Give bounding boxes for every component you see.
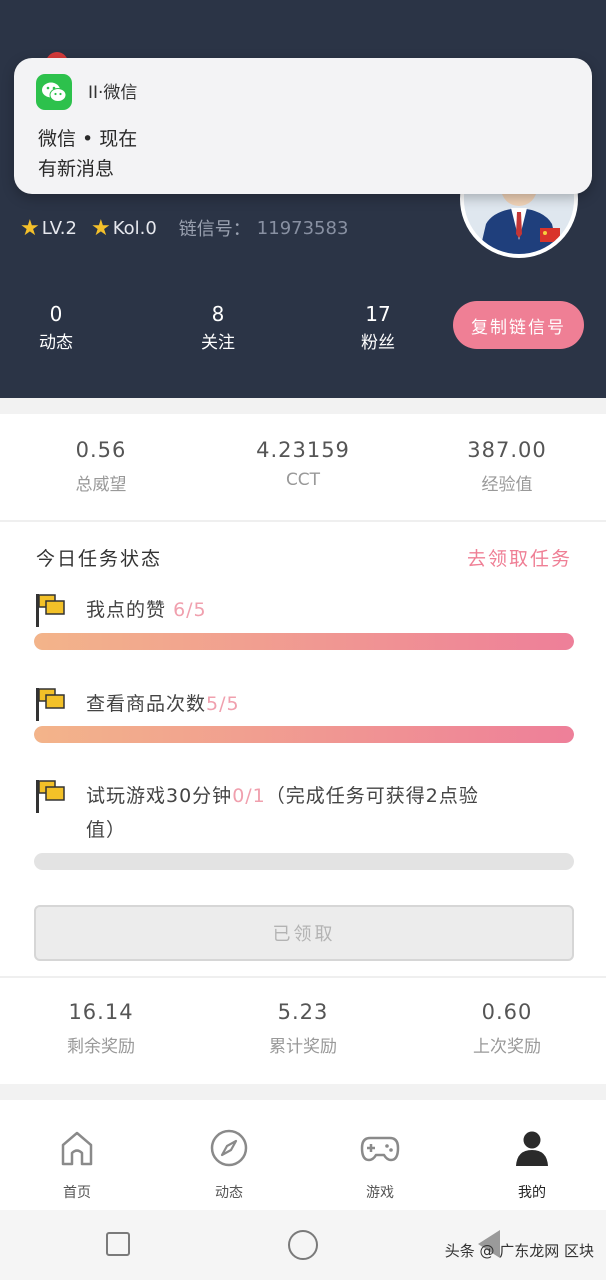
- task-note-end: 值）: [86, 819, 127, 841]
- reward-value: 5.23: [277, 1000, 329, 1024]
- copy-chain-id-button[interactable]: 复制链信号: [453, 301, 584, 349]
- nav-home[interactable]: 首页: [27, 1128, 127, 1202]
- divider: [0, 520, 606, 522]
- claimed-button[interactable]: 已领取: [34, 905, 574, 961]
- metric-value: 0.56: [75, 438, 127, 462]
- flag-icon: [36, 780, 65, 813]
- reward-value: 16.14: [68, 1000, 134, 1024]
- level-row: ★ LV.2 ★ Kol.0 链信号： 11973583: [20, 212, 348, 244]
- person-icon: [516, 1131, 548, 1166]
- nav-label: 动态: [215, 1185, 243, 1201]
- stat-posts[interactable]: 0 动态: [16, 302, 96, 353]
- stat-number: 8: [211, 302, 225, 326]
- notification-body: 有新消息: [38, 158, 115, 180]
- star-icon: ★: [20, 215, 40, 241]
- reward-label: 剩余奖励: [67, 1037, 135, 1057]
- divider: [0, 976, 606, 978]
- kol-text: Kol.0: [112, 217, 157, 239]
- task-progress-bar: [34, 726, 574, 743]
- stat-label: 关注: [201, 333, 235, 353]
- metric-experience: 387.00 经验值: [417, 438, 597, 495]
- notification-banner[interactable]: II·微信 微信 • 现在 有新消息: [14, 58, 592, 194]
- nav-label: 游戏: [366, 1185, 394, 1201]
- task-progress: 0/1: [232, 785, 266, 807]
- home-button[interactable]: [288, 1230, 318, 1260]
- task-name: 试玩游戏30分钟: [86, 785, 233, 807]
- stat-followers[interactable]: 17 粉丝: [338, 302, 418, 353]
- progress-fill: [34, 726, 574, 743]
- reward-remaining: 16.14 剩余奖励: [11, 1000, 191, 1057]
- metric-cct: 4.23159 CCT: [213, 438, 393, 490]
- watermark-text: 头条 @ 广东龙网 区块: [444, 1242, 594, 1260]
- stat-number: 0: [49, 302, 63, 326]
- system-nav-bar: 头条 @ 广东龙网 区块: [0, 1210, 606, 1280]
- reward-total: 5.23 累计奖励: [213, 1000, 393, 1057]
- stat-number: 17: [365, 302, 391, 326]
- nav-label: 我的: [518, 1185, 546, 1201]
- level-text: LV.2: [41, 217, 77, 239]
- chain-label: 链信号：: [178, 219, 251, 240]
- get-tasks-link[interactable]: 去领取任务: [467, 544, 572, 571]
- metric-prestige: 0.56 总威望: [11, 438, 191, 495]
- task-name: 我点的赞: [86, 599, 167, 621]
- chain-id: 11973583: [256, 217, 349, 239]
- status-bar: [0, 0, 606, 46]
- task-section-title: 今日任务状态: [36, 548, 163, 570]
- star-icon: ★: [90, 215, 111, 241]
- metric-value: 387.00: [467, 438, 547, 462]
- metric-label: 总威望: [75, 475, 127, 495]
- stat-label: 动态: [39, 333, 73, 353]
- task-label: 查看商品次数5/5: [86, 687, 240, 721]
- task-label: 试玩游戏30分钟0/1（完成任务可获得2点验 值）: [86, 779, 566, 847]
- progress-fill: [34, 633, 574, 650]
- content-card: [0, 414, 606, 1084]
- task-progress: 6/5: [173, 599, 207, 621]
- compass-icon: [210, 1129, 248, 1167]
- nav-label: 首页: [63, 1185, 91, 1201]
- home-icon: [61, 1131, 93, 1166]
- task-label: 我点的赞 6/5: [86, 593, 207, 627]
- reward-label: 上次奖励: [473, 1037, 541, 1057]
- nav-games[interactable]: 游戏: [330, 1128, 430, 1202]
- reward-label: 累计奖励: [269, 1037, 337, 1057]
- reward-value: 0.60: [481, 1000, 533, 1024]
- flag-icon: [36, 594, 65, 627]
- metric-value: 4.23159: [256, 438, 350, 462]
- metric-label: 经验值: [481, 475, 533, 495]
- bottom-nav: 首页 动态 游戏 我的: [0, 1100, 606, 1210]
- task-progress-bar: [34, 853, 574, 870]
- gamepad-icon: [360, 1136, 400, 1162]
- stat-following[interactable]: 8 关注: [178, 302, 258, 353]
- stat-label: 粉丝: [361, 333, 395, 353]
- task-name: 查看商品次数: [86, 693, 207, 715]
- wechat-icon: [36, 74, 72, 110]
- nav-feed[interactable]: 动态: [179, 1128, 279, 1202]
- task-progress: 5/5: [206, 693, 240, 715]
- task-note: （完成任务可获得2点验: [265, 785, 479, 807]
- task-progress-bar: [34, 633, 574, 650]
- notification-title: 微信 • 现在: [38, 128, 138, 150]
- notification-app-name: II·微信: [88, 83, 138, 103]
- reward-last: 0.60 上次奖励: [417, 1000, 597, 1057]
- recent-apps-button[interactable]: [106, 1232, 130, 1256]
- flag-icon: [36, 688, 65, 721]
- nav-mine[interactable]: 我的: [482, 1128, 582, 1202]
- metric-label: CCT: [285, 470, 321, 490]
